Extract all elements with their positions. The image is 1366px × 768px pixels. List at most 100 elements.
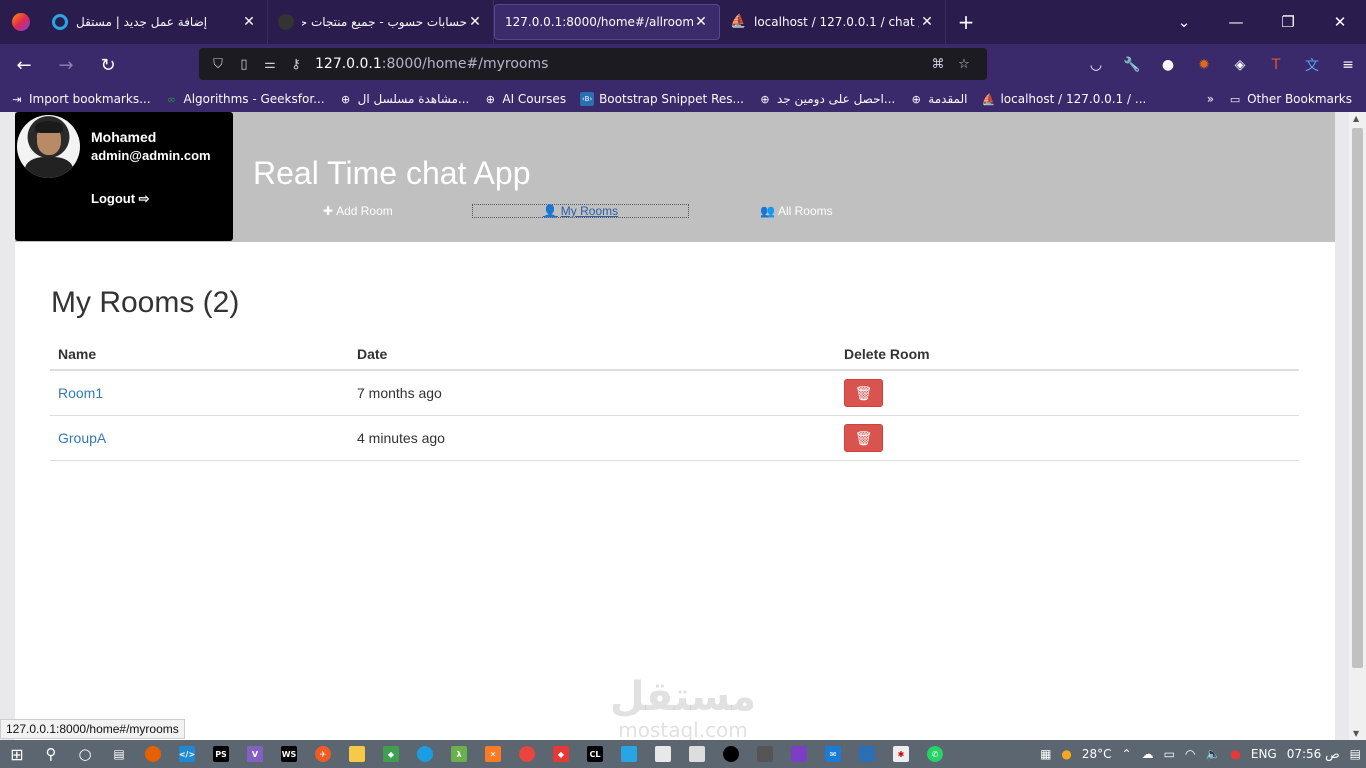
postman-icon[interactable]: ✈	[306, 740, 340, 768]
action-center-icon[interactable]: ▤	[1350, 747, 1361, 761]
room-link[interactable]: GroupA	[58, 430, 106, 446]
other-bookmarks[interactable]: ▭ Other Bookmarks	[1228, 92, 1352, 106]
mail-icon[interactable]: ✉	[816, 740, 850, 768]
bookmark-item[interactable]: ⊕ احصل على دومين جد...	[758, 92, 895, 106]
permissions-icon[interactable]: ⚌	[259, 57, 281, 72]
reload-icon[interactable]: ↻	[90, 47, 126, 83]
app-icon[interactable]	[782, 740, 816, 768]
extension-icon[interactable]: ✹	[1186, 47, 1222, 83]
app-icon[interactable]	[850, 740, 884, 768]
mostaql-favicon-icon	[52, 14, 68, 30]
pocket-icon[interactable]: ◡	[1078, 47, 1114, 83]
chrome-icon[interactable]	[510, 740, 544, 768]
phpstorm-icon[interactable]: PS	[204, 740, 238, 768]
room-link[interactable]: Room1	[58, 385, 103, 401]
scroll-down-icon[interactable]: ▼	[1353, 729, 1359, 738]
page-scrollbar[interactable]: ▲ ▼	[1349, 112, 1366, 740]
menu-icon[interactable]: ≡	[1330, 47, 1366, 83]
github-icon[interactable]	[714, 740, 748, 768]
vscode-icon[interactable]: </>	[170, 740, 204, 768]
bookmark-item[interactable]: ⇥ Import bookmarks...	[10, 92, 150, 106]
page-icon[interactable]: ▯	[233, 57, 255, 72]
translate-icon[interactable]: ⌘	[927, 57, 949, 72]
search-icon[interactable]: ⚲	[34, 740, 68, 768]
wifi-icon[interactable]: ◠	[1185, 747, 1195, 761]
close-icon[interactable]: ✕	[693, 14, 709, 30]
whatsapp-icon[interactable]: ✆	[918, 740, 952, 768]
xampp-icon[interactable]: ✕	[476, 740, 510, 768]
more-bookmarks-icon[interactable]: »	[1207, 92, 1214, 106]
bookmark-item[interactable]: ⊕ AI Courses	[483, 92, 566, 106]
back-arrow-icon[interactable]: ←	[6, 47, 42, 83]
bookmark-item[interactable]: ⊕ مشاهدة مسلسل ال...	[339, 92, 469, 106]
trash-icon: 🗑	[854, 429, 873, 446]
file-explorer-icon[interactable]	[340, 740, 374, 768]
weather-temp[interactable]: 28°C	[1082, 747, 1112, 761]
firefox-taskbar-icon[interactable]	[136, 740, 170, 768]
bookmark-item[interactable]: ∞ Algorithms - Geeksfor...	[165, 92, 325, 106]
bookmark-item[interactable]: ⊕ المقدمة	[909, 92, 968, 106]
bookmark-star-icon[interactable]: ☆	[953, 57, 975, 72]
chevron-up-icon[interactable]: ⌃	[1122, 747, 1132, 761]
phpmyadmin-icon: ⛵	[981, 92, 996, 106]
address-bar[interactable]: ⛉ ▯ ⚌ ⚷ 127.0.0.1:8000/home#/myrooms ⌘ ☆	[199, 48, 987, 80]
firefox-icon[interactable]	[0, 0, 42, 44]
app-icon[interactable]	[748, 740, 782, 768]
close-icon[interactable]: ✕	[467, 14, 483, 30]
extension-icon[interactable]: T	[1258, 47, 1294, 83]
app-icon[interactable]	[612, 740, 646, 768]
app-icon[interactable]	[680, 740, 714, 768]
task-view-icon[interactable]: ▤	[102, 740, 136, 768]
battery-icon[interactable]: ▭	[1164, 747, 1175, 761]
paint-icon[interactable]	[646, 740, 680, 768]
webstorm-icon[interactable]: WS	[272, 740, 306, 768]
status-link-tooltip: 127.0.0.1:8000/home#/myrooms	[0, 719, 185, 739]
browser-tab[interactable]: ⛵ localhost / 127.0.0.1 / chat / use ✕	[720, 0, 946, 44]
nav-all-rooms[interactable]: 👥 All Rooms	[760, 204, 833, 218]
translate-extension-icon[interactable]: 文	[1294, 47, 1330, 83]
app-icon[interactable]: ✱	[884, 740, 918, 768]
git-icon[interactable]: ◆	[374, 740, 408, 768]
browser-tab-active[interactable]: 127.0.0.1:8000/home#/allrooms ✕	[494, 4, 720, 40]
network-cloud-icon[interactable]: ☁	[1142, 747, 1154, 761]
lambda-icon[interactable]: λ	[442, 740, 476, 768]
new-tab-button[interactable]: +	[946, 0, 986, 44]
delete-room-button[interactable]: 🗑	[844, 379, 883, 407]
minimize-icon[interactable]: —	[1210, 0, 1262, 44]
list-all-tabs-icon[interactable]: ⌄	[1158, 0, 1210, 44]
calculator-icon[interactable]: ▦	[1040, 747, 1051, 761]
browser-tab[interactable]: حسابات حسوب - جميع منتجات حس ✕	[268, 0, 494, 44]
anydesk-icon[interactable]: ◆	[544, 740, 578, 768]
scroll-up-icon[interactable]: ▲	[1353, 114, 1359, 123]
wrench-icon[interactable]: 🔧	[1114, 47, 1150, 83]
delete-room-button[interactable]: 🗑	[844, 424, 883, 452]
restore-icon[interactable]: ❐	[1262, 0, 1314, 44]
notification-badge-icon[interactable]: ●	[1230, 747, 1240, 761]
bookmark-item[interactable]: ⛵ localhost / 127.0.0.1 / ...	[981, 92, 1147, 106]
nav-my-rooms[interactable]: 👤 My Rooms	[472, 204, 689, 218]
scrollbar-thumb[interactable]	[1352, 128, 1363, 668]
clion-icon[interactable]: CL	[578, 740, 612, 768]
close-icon[interactable]: ✕	[241, 14, 257, 30]
close-icon[interactable]: ✕	[919, 14, 935, 30]
url-text[interactable]: 127.0.0.1:8000/home#/myrooms	[311, 56, 927, 72]
visual-studio-icon[interactable]: V	[238, 740, 272, 768]
key-icon[interactable]: ⚷	[285, 57, 307, 72]
shield-icon[interactable]: ⛉	[207, 57, 229, 72]
cortana-icon[interactable]: ○	[68, 740, 102, 768]
extension-icon[interactable]: ◈	[1222, 47, 1258, 83]
account-icon[interactable]: ●	[1150, 47, 1186, 83]
language-indicator[interactable]: ENG	[1251, 747, 1277, 761]
nav-add-room[interactable]: ✚ Add Room	[323, 204, 393, 218]
close-window-icon[interactable]: ✕	[1314, 0, 1366, 44]
forward-arrow-icon[interactable]: →	[48, 47, 84, 83]
clock[interactable]: 07:56 ص	[1287, 747, 1340, 761]
plus-icon: ✚	[323, 204, 334, 218]
bookmark-item[interactable]: ‹B› Bootstrap Snippet Res...	[580, 92, 744, 106]
volume-icon[interactable]: 🔈	[1205, 747, 1220, 761]
browser-tab[interactable]: إضافة عمل جديد | مستقل ✕	[42, 0, 268, 44]
weather-icon[interactable]: ●	[1061, 747, 1071, 761]
edge-icon[interactable]	[408, 740, 442, 768]
logout-link[interactable]: Logout ⇨	[91, 191, 150, 207]
windows-start-icon[interactable]: ⊞	[0, 740, 34, 768]
